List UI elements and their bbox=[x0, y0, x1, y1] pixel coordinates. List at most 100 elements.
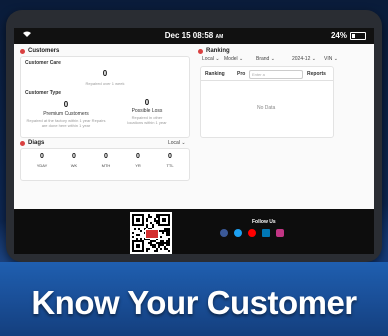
ranking-filter-0[interactable]: Local ⌄ bbox=[202, 56, 220, 62]
customers-title: Customers bbox=[28, 48, 60, 54]
diags-header: Diags bbox=[20, 140, 44, 146]
time-text: Dec 15 08:58 bbox=[164, 31, 214, 40]
qr-module bbox=[160, 240, 162, 242]
qr-finder bbox=[136, 218, 140, 222]
qr-module bbox=[150, 244, 152, 246]
qr-module bbox=[160, 244, 162, 246]
qr-module bbox=[156, 248, 158, 250]
qr-module bbox=[166, 230, 168, 232]
customer-care-caption: Repaired over 1 week bbox=[85, 81, 125, 86]
table-divider bbox=[201, 80, 333, 81]
ranking-filter-1[interactable]: Model ⌄ bbox=[224, 56, 243, 62]
premium-customers-label: Premium Customers bbox=[43, 111, 89, 117]
facebook-icon[interactable] bbox=[220, 229, 228, 237]
diag-stat-label: WK bbox=[70, 163, 78, 168]
banner-title: Know Your Customer bbox=[31, 284, 357, 321]
possible-loss-label: Possible Loss bbox=[131, 108, 163, 114]
qr-module bbox=[158, 244, 160, 246]
qr-module bbox=[134, 228, 136, 230]
qr-module bbox=[148, 242, 150, 244]
qr-module bbox=[164, 242, 166, 244]
qr-module bbox=[140, 230, 142, 232]
qr-module bbox=[154, 240, 156, 242]
qr-module bbox=[158, 242, 160, 244]
diag-stat-wk[interactable]: 0 WK bbox=[59, 153, 89, 168]
qr-module bbox=[154, 218, 156, 220]
premium-customers-value[interactable]: 0 bbox=[41, 100, 91, 109]
qr-module bbox=[146, 220, 148, 222]
qr-module bbox=[146, 248, 148, 250]
qr-finder bbox=[136, 244, 140, 248]
qr-module bbox=[148, 214, 150, 216]
possible-loss-caption: Repaired in other locations within 1 yea… bbox=[127, 115, 167, 125]
footer: Follow Us bbox=[14, 209, 374, 254]
qr-module bbox=[164, 228, 166, 230]
chevron-down-icon: ⌄ bbox=[181, 140, 186, 146]
diags-icon bbox=[20, 140, 25, 146]
qr-code bbox=[130, 212, 172, 254]
chevron-down-icon: ⌄ bbox=[237, 56, 244, 62]
qr-module bbox=[150, 240, 152, 242]
diag-stat-mth[interactable]: 0 MTH bbox=[91, 153, 121, 168]
customers-card: Customer Care 0 Repaired over 1 week Cus… bbox=[20, 56, 190, 138]
instagram-icon[interactable] bbox=[276, 229, 284, 237]
column-reports: Reports bbox=[307, 71, 326, 77]
ranking-filter-label: 2024-12 bbox=[292, 56, 311, 62]
youtube-icon[interactable] bbox=[248, 229, 256, 237]
ranking-filter-3[interactable]: 2024-12 ⌄ bbox=[292, 56, 316, 62]
qr-module bbox=[158, 246, 160, 248]
ranking-filter-4[interactable]: VIN ⌄ bbox=[324, 56, 338, 62]
ranking-filter-label: Brand bbox=[256, 56, 270, 62]
diag-stat-value: 0 bbox=[104, 153, 108, 160]
diag-stat-value: 0 bbox=[72, 153, 76, 160]
qr-module bbox=[164, 246, 166, 248]
chevron-down-icon: ⌄ bbox=[332, 56, 338, 62]
qr-module bbox=[164, 230, 166, 232]
ranking-title: Ranking bbox=[206, 48, 230, 54]
qr-module bbox=[166, 234, 168, 236]
qr-module bbox=[146, 226, 148, 228]
qr-module bbox=[154, 250, 156, 252]
twitter-icon[interactable] bbox=[234, 229, 242, 237]
diag-stat-ttl[interactable]: 0 TTL bbox=[155, 153, 185, 168]
diags-card: 0 YDAY 0 WK 0 MTH 0 YR 0 TTL bbox=[20, 148, 190, 181]
customer-care-value[interactable]: 0 bbox=[21, 69, 189, 78]
qr-module bbox=[150, 242, 152, 244]
diag-stat-yr[interactable]: 0 YR bbox=[123, 153, 153, 168]
diags-filter-label: Local bbox=[168, 140, 180, 146]
qr-module bbox=[138, 228, 140, 230]
customer-care-label: Customer Care bbox=[25, 60, 61, 66]
qr-module bbox=[168, 230, 170, 232]
qr-module bbox=[150, 222, 152, 224]
qr-module bbox=[136, 234, 138, 236]
qr-module bbox=[160, 248, 162, 250]
linkedin-icon[interactable] bbox=[262, 229, 270, 237]
ranking-search-input[interactable]: Enter a bbox=[249, 70, 303, 79]
qr-module bbox=[152, 246, 154, 248]
qr-module bbox=[166, 242, 168, 244]
ranking-filter-2[interactable]: Brand ⌄ bbox=[256, 56, 275, 62]
qr-finder bbox=[162, 218, 166, 222]
tablet-screen: Dec 15 08:58 AM 24% Customers Customer C… bbox=[14, 28, 374, 254]
qr-module bbox=[146, 224, 148, 226]
qr-module bbox=[150, 216, 152, 218]
qr-module bbox=[152, 240, 154, 242]
possible-loss-value[interactable]: 0 bbox=[117, 98, 177, 107]
qr-module bbox=[162, 244, 164, 246]
qr-module bbox=[168, 240, 170, 242]
battery-icon bbox=[350, 31, 366, 40]
qr-module bbox=[168, 238, 170, 240]
diag-stat-value: 0 bbox=[168, 153, 172, 160]
diag-stat-label: TTL bbox=[166, 163, 174, 168]
diag-stat-yday[interactable]: 0 YDAY bbox=[27, 153, 57, 168]
qr-module bbox=[162, 242, 164, 244]
qr-module bbox=[146, 218, 148, 220]
ranking-filter-label: Model bbox=[224, 56, 238, 62]
qr-module bbox=[166, 232, 168, 234]
diags-filter[interactable]: Local ⌄ bbox=[168, 140, 186, 146]
ranking-icon bbox=[198, 48, 203, 54]
qr-module bbox=[138, 234, 140, 236]
diag-stat-label: YR bbox=[135, 163, 141, 168]
qr-module bbox=[152, 224, 154, 226]
qr-module bbox=[162, 240, 164, 242]
